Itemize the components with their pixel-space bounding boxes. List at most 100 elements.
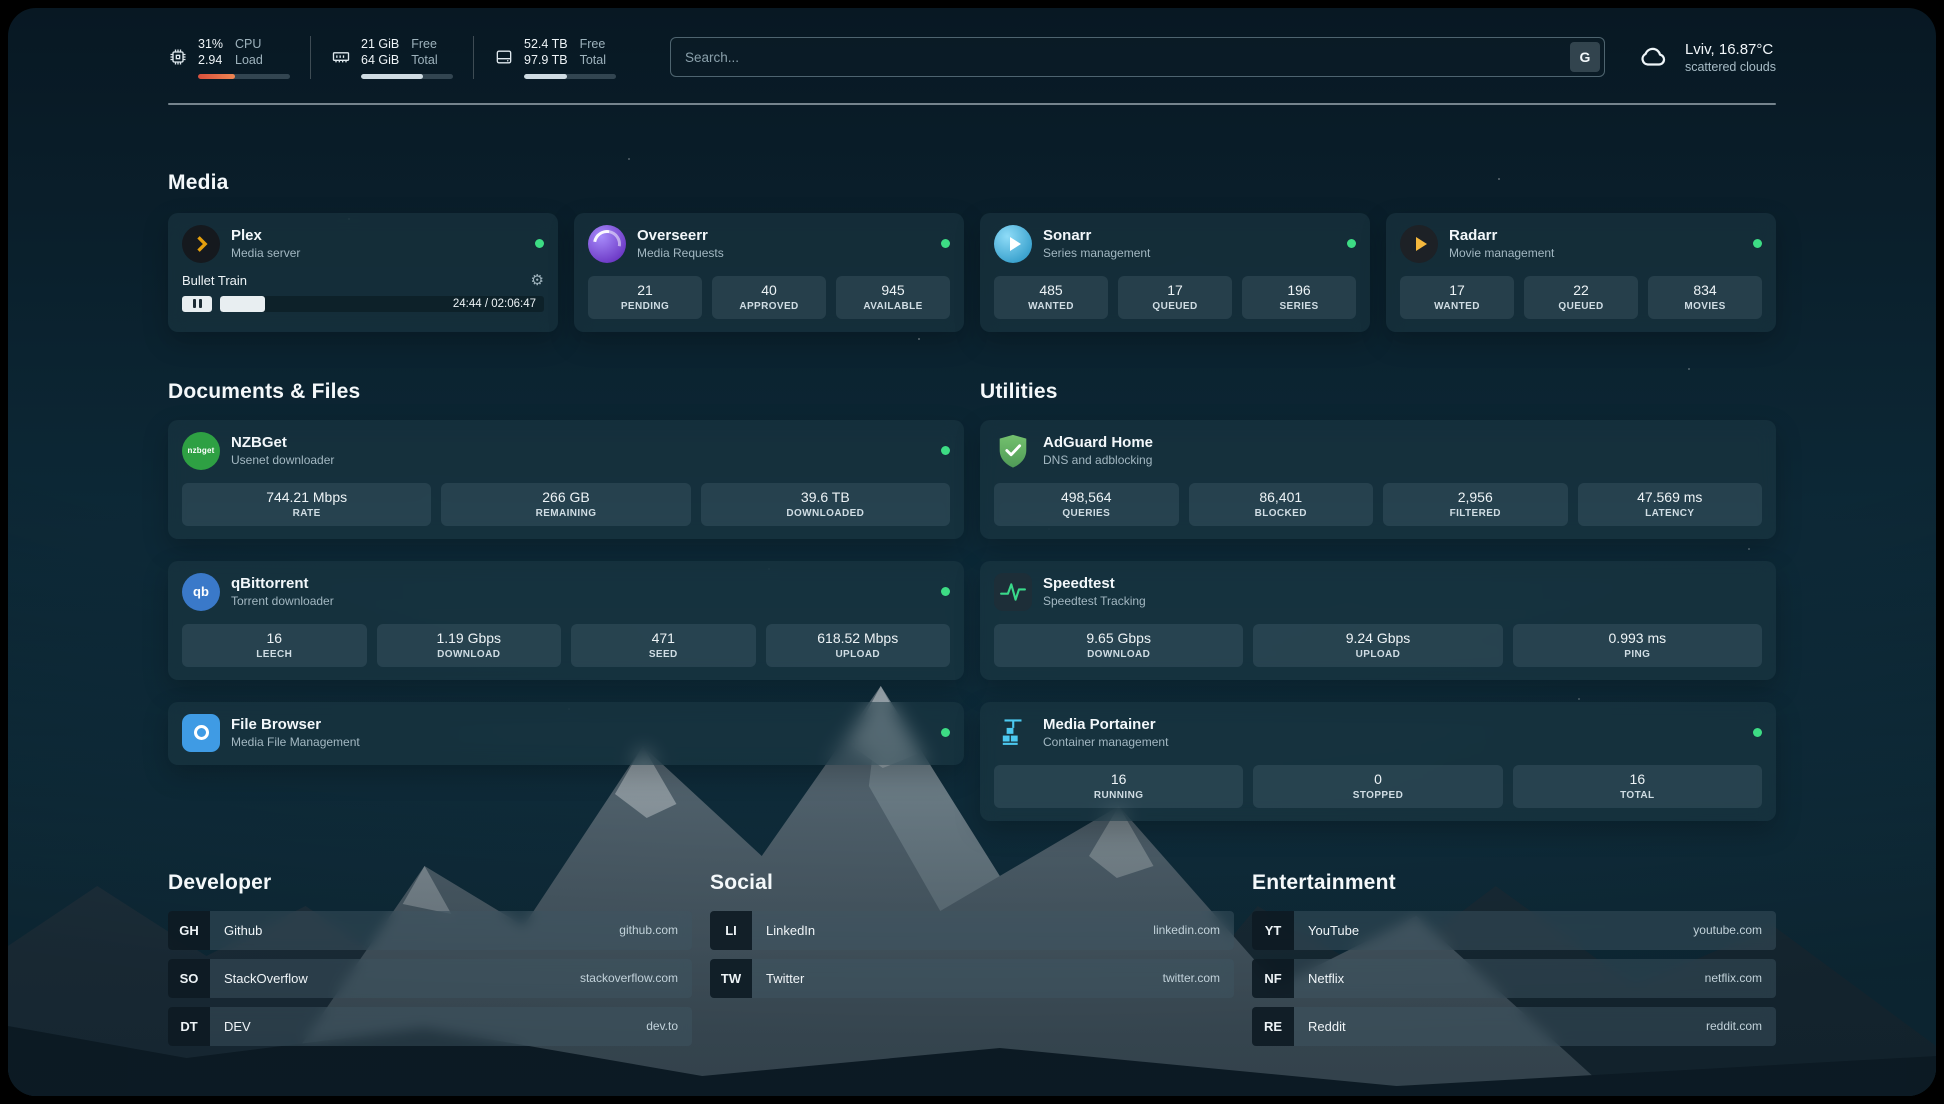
- section-title-documents: Documents & Files: [168, 380, 964, 404]
- app-description: Speedtest Tracking: [1043, 594, 1146, 608]
- link-url: reddit.com: [1706, 1019, 1762, 1033]
- stat-leech: 16 LEECH: [182, 624, 367, 667]
- app-card-sonarr[interactable]: Sonarr Series management 485 WANTED 17 Q…: [980, 213, 1370, 332]
- disk-total-label: Total: [580, 52, 606, 68]
- stat-label: LATENCY: [1580, 508, 1761, 519]
- app-card-filebrowser[interactable]: File Browser Media File Management: [168, 702, 964, 765]
- stat-value: 17: [1120, 282, 1230, 298]
- ram-total-label: Total: [411, 52, 437, 68]
- now-playing-title: Bullet Train: [182, 273, 247, 288]
- app-card-adguard[interactable]: AdGuard Home DNS and adblocking 498,564 …: [980, 420, 1776, 539]
- topbar: 31% 2.94 CPU Load: [168, 36, 1776, 79]
- search-input[interactable]: [670, 37, 1605, 77]
- youtube-badge: YT: [1252, 911, 1294, 950]
- stat-label: AVAILABLE: [838, 301, 948, 312]
- adguard-icon: [994, 432, 1032, 470]
- stat-value: 16: [1515, 771, 1760, 787]
- app-name: Speedtest: [1043, 575, 1146, 592]
- app-description: DNS and adblocking: [1043, 453, 1153, 467]
- stat-label: QUEUED: [1526, 301, 1636, 312]
- search-bar: G: [670, 37, 1605, 77]
- stat-label: SEED: [573, 649, 754, 660]
- ram-total-value: 64 GiB: [361, 52, 399, 68]
- app-card-overseerr[interactable]: Overseerr Media Requests 21 PENDING 40 A…: [574, 213, 964, 332]
- dashboard-screen: 31% 2.94 CPU Load: [8, 8, 1936, 1096]
- stat-queries: 498,564 QUERIES: [994, 483, 1179, 526]
- stat-label: TOTAL: [1515, 790, 1760, 801]
- link-url: linkedin.com: [1153, 923, 1220, 937]
- stat-value: 16: [996, 771, 1241, 787]
- weather-widget[interactable]: Lviv, 16.87°C scattered clouds: [1635, 41, 1776, 74]
- playback-progress-bar[interactable]: 24:44 / 02:06:47: [220, 296, 544, 312]
- radarr-icon: [1400, 225, 1438, 263]
- status-dot: [941, 446, 950, 455]
- stat-value: 9.65 Gbps: [996, 630, 1241, 646]
- stat-label: LEECH: [184, 649, 365, 660]
- stat-label: QUERIES: [996, 508, 1177, 519]
- stat-wanted: 17 WANTED: [1400, 276, 1514, 319]
- search-engine-button[interactable]: G: [1570, 42, 1600, 72]
- stat-value: 945: [838, 282, 948, 298]
- link-github[interactable]: GH Github github.com: [168, 911, 692, 950]
- stat-value: 21: [590, 282, 700, 298]
- header-divider: [168, 103, 1776, 105]
- stat-label: DOWNLOADED: [703, 508, 948, 519]
- ram-progress-bar: [361, 74, 453, 79]
- cpu-icon: [168, 47, 188, 67]
- app-description: Usenet downloader: [231, 453, 334, 467]
- disk-free-label: Free: [580, 36, 606, 52]
- link-netflix[interactable]: NF Netflix netflix.com: [1252, 959, 1776, 998]
- app-card-plex[interactable]: Plex Media server Bullet Train ⚙ 24:: [168, 213, 558, 332]
- app-name: Radarr: [1449, 227, 1554, 244]
- status-dot: [535, 239, 544, 248]
- link-dev[interactable]: DT DEV dev.to: [168, 1007, 692, 1046]
- cpu-label: CPU: [235, 36, 263, 52]
- stat-label: REMAINING: [443, 508, 688, 519]
- portainer-icon: [994, 714, 1032, 752]
- ram-free-value: 21 GiB: [361, 36, 399, 52]
- link-stackoverflow[interactable]: SO StackOverflow stackoverflow.com: [168, 959, 692, 998]
- app-name: qBittorrent: [231, 575, 334, 592]
- link-youtube[interactable]: YT YouTube youtube.com: [1252, 911, 1776, 950]
- stat-upload: 9.24 Gbps UPLOAD: [1253, 624, 1502, 667]
- status-dot: [941, 587, 950, 596]
- cpu-metric: 31% 2.94 CPU Load: [168, 36, 310, 79]
- stat-value: 0.993 ms: [1515, 630, 1760, 646]
- reddit-badge: RE: [1252, 1007, 1294, 1046]
- snow-particles: [8, 8, 10, 10]
- app-card-radarr[interactable]: Radarr Movie management 17 WANTED 22 QUE…: [1386, 213, 1776, 332]
- link-twitter[interactable]: TW Twitter twitter.com: [710, 959, 1234, 998]
- gear-icon[interactable]: ⚙: [531, 273, 544, 288]
- link-linkedin[interactable]: LI LinkedIn linkedin.com: [710, 911, 1234, 950]
- cpu-usage-value: 31%: [198, 36, 223, 52]
- app-name: NZBGet: [231, 434, 334, 451]
- twitter-badge: TW: [710, 959, 752, 998]
- app-name: Media Portainer: [1043, 716, 1168, 733]
- link-reddit[interactable]: RE Reddit reddit.com: [1252, 1007, 1776, 1046]
- ram-icon: [331, 47, 351, 67]
- app-card-nzbget[interactable]: nzbget NZBGet Usenet downloader 744.21 M…: [168, 420, 964, 539]
- app-name: Plex: [231, 227, 300, 244]
- app-card-qbittorrent[interactable]: qb qBittorrent Torrent downloader 16 LEE…: [168, 561, 964, 680]
- pause-button[interactable]: [182, 296, 212, 312]
- media-card-grid: Plex Media server Bullet Train ⚙ 24:: [168, 213, 1776, 332]
- stat-value: 47.569 ms: [1580, 489, 1761, 505]
- stat-label: UPLOAD: [768, 649, 949, 660]
- cloud-icon: [1635, 42, 1673, 72]
- app-description: Container management: [1043, 735, 1168, 749]
- app-description: Media File Management: [231, 735, 360, 749]
- stat-value: 22: [1526, 282, 1636, 298]
- disk-metric: 52.4 TB 97.9 TB Free Total: [473, 36, 636, 79]
- status-dot: [1753, 728, 1762, 737]
- overseerr-icon: [588, 225, 626, 263]
- qbittorrent-icon: qb: [182, 573, 220, 611]
- app-name: File Browser: [231, 716, 360, 733]
- link-label: LinkedIn: [766, 923, 815, 938]
- app-card-portainer[interactable]: Media Portainer Container management 16 …: [980, 702, 1776, 821]
- stat-value: 17: [1402, 282, 1512, 298]
- stat-value: 0: [1255, 771, 1500, 787]
- app-card-speedtest[interactable]: Speedtest Speedtest Tracking 9.65 Gbps D…: [980, 561, 1776, 680]
- app-description: Series management: [1043, 246, 1150, 260]
- disk-total-value: 97.9 TB: [524, 52, 568, 68]
- stat-value: 485: [996, 282, 1106, 298]
